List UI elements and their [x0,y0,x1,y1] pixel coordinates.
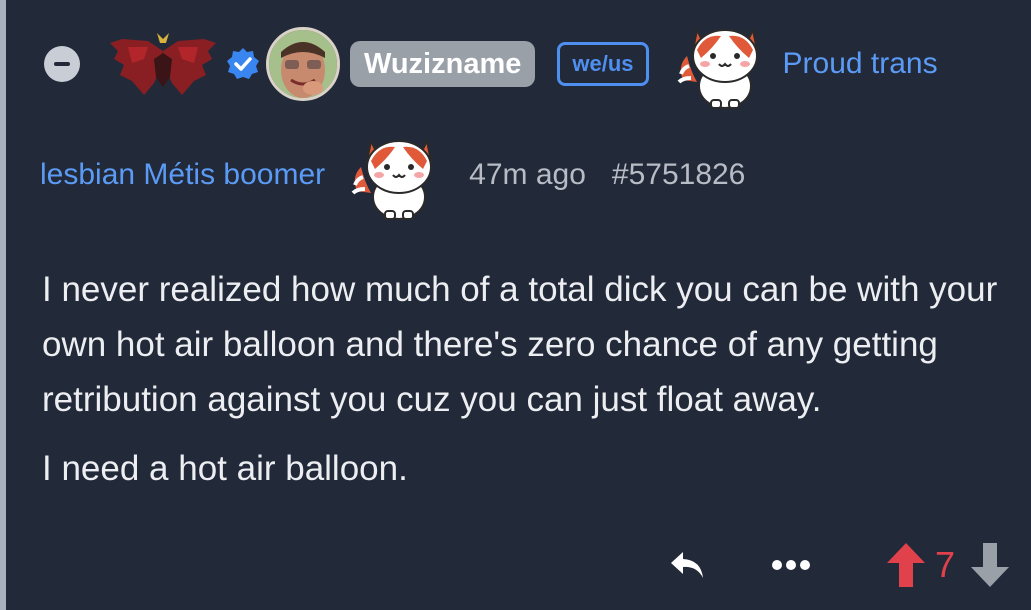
verified-badge-icon [227,48,259,79]
downvote-button[interactable] [969,541,1011,589]
post-header: Wuzizname we/us Proud trans [44,22,938,109]
user-flair-text: Proud trans [782,47,938,80]
vote-score: 7 [934,544,955,585]
downvote-arrow-icon [971,543,1009,587]
bat-wings-crown-icon [110,33,216,95]
post-paragraph: I never realized how much of a total dic… [42,270,998,419]
upvote-button[interactable] [885,541,927,589]
reply-button[interactable] [667,548,707,582]
post-id-link[interactable]: #5751826 [612,158,745,192]
reply-arrow-icon [670,552,703,578]
more-options-button[interactable] [771,559,811,571]
post-paragraph: I need a hot air balloon. [42,449,408,488]
red-panda-cat-sticker [677,26,758,109]
post-meta: lesbian Métis boomer 47m ago #5751826 [40,122,745,228]
post-body: I never realized how much of a total dic… [42,262,1002,510]
post-timestamp[interactable]: 47m ago [469,158,586,192]
red-panda-cat-sticker [351,137,433,220]
username-badge[interactable]: Wuzizname [350,41,536,87]
minus-circle-icon [54,62,70,66]
pronouns-badge: we/us [557,42,649,86]
upvote-arrow-icon [886,543,925,587]
ellipsis-icon [771,560,810,570]
avatar[interactable] [266,27,340,101]
thread-line[interactable] [0,0,6,610]
avatar-image [269,30,337,98]
post-actions: 7 [667,538,1011,592]
user-identity-flair: lesbian Métis boomer [40,158,326,191]
collapse-button[interactable] [44,46,80,82]
